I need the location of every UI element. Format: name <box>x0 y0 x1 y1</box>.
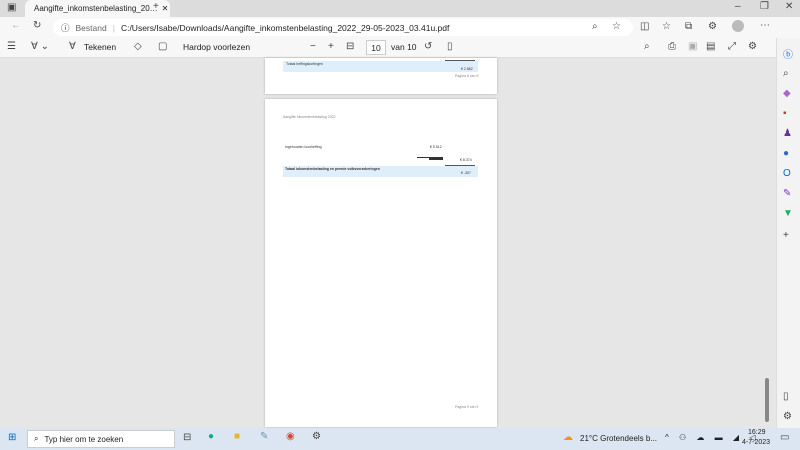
search-placeholder: Typ hier om te zoeken <box>44 434 124 444</box>
page-view-icon[interactable]: ▯ <box>447 41 453 52</box>
edge-icon[interactable]: ● <box>208 431 214 442</box>
save-icon[interactable]: ▣ <box>688 41 697 52</box>
avatar[interactable] <box>732 20 744 32</box>
fit-page-icon[interactable]: ⊟ <box>346 41 354 52</box>
clock-date[interactable]: 4-7-2023 <box>742 439 770 446</box>
tab-title: Aangifte_inkomstenbelasting_20… <box>34 4 158 13</box>
search-sidebar-icon[interactable]: ⌕ <box>783 68 789 79</box>
row-label: Ingehouden loonheffing <box>285 145 322 149</box>
draw-icon[interactable]: ∀ <box>69 41 76 52</box>
close-tab-icon[interactable]: ✕ <box>162 4 169 13</box>
collections-icon[interactable]: ⧉ <box>685 21 692 32</box>
pdf-toolbar: ☰ ∀ ⌄ ∀ Tekenen ◇ ▢ Hardop voorlezen − +… <box>0 38 800 58</box>
tab-actions-icon[interactable]: ▣ <box>7 2 16 13</box>
paint-icon[interactable]: ✎ <box>260 431 268 442</box>
scrollbar[interactable] <box>765 378 769 422</box>
windows-start-icon[interactable]: ⊞ <box>8 432 16 443</box>
weather-text[interactable]: 21°C Grotendeels b... <box>580 434 657 443</box>
total-value: € -307 <box>461 171 471 175</box>
new-tab-icon[interactable]: + <box>153 1 159 12</box>
extensions-icon[interactable]: ⚙ <box>708 21 717 32</box>
contents-icon[interactable]: ☰ <box>7 41 16 52</box>
maximize-icon[interactable]: ❐ <box>760 1 769 12</box>
minimize-icon[interactable]: – <box>735 1 741 12</box>
task-view-icon[interactable]: ⊟ <box>183 432 191 443</box>
edge-sidebar: ⓑ ⌕ ◆ ▪ ♟ ● O ✎ ▼ + ▯ ⚙ <box>776 38 800 428</box>
zoom-in-icon[interactable]: + <box>328 41 334 52</box>
address-bar-row: ← ↻ ⓘ Bestand | C:/Users/Isabe/Downloads… <box>0 17 800 38</box>
row-value: € 5.512 <box>430 145 442 149</box>
refresh-icon[interactable]: ↻ <box>33 20 41 31</box>
subtotal-value: € 8.374 <box>460 158 472 162</box>
more-icon[interactable]: ⋯ <box>760 20 770 31</box>
settings-icon[interactable]: ⚙ <box>312 431 321 442</box>
row-label: Totaal heffingskortingen <box>286 62 323 66</box>
bing-icon[interactable]: ⓑ <box>783 46 793 61</box>
page-footer: Pagina 8 van 9 <box>455 74 479 78</box>
chrome-icon[interactable]: ◉ <box>286 431 295 442</box>
total-label: Totaal inkomstenbelasting en premie volk… <box>285 167 380 171</box>
split-screen-icon[interactable]: ◫ <box>640 21 649 32</box>
back-icon[interactable]: ← <box>11 20 21 31</box>
pdf-page-9: Aangifte inkomstenbelasting 2022 Ingehou… <box>265 99 497 427</box>
save-as-icon[interactable]: ▤ <box>706 41 715 52</box>
pdf-page-8: Totaal heffingskortingen € 2.862 Pagina … <box>265 58 497 94</box>
search-icon: ⌕ <box>34 434 39 443</box>
rotate-icon[interactable]: ↺ <box>424 41 432 52</box>
sidebar-layout-icon[interactable]: ▯ <box>783 391 789 402</box>
favorite-icon[interactable]: ☆ <box>612 21 621 32</box>
clock-time[interactable]: 16:29 <box>748 429 766 436</box>
zoom-out-icon[interactable]: − <box>310 41 316 52</box>
tab-bar: ▣ Aangifte_inkomstenbelasting_20… ✕ + – … <box>0 0 800 17</box>
taskbar-search[interactable]: ⌕ Typ hier om te zoeken <box>27 430 175 448</box>
favorites-icon[interactable]: ☆ <box>662 21 671 32</box>
notifications-icon[interactable]: ▭ <box>780 432 789 443</box>
erase-icon[interactable]: ◇ <box>134 41 142 52</box>
info-icon: ⓘ <box>61 22 70 33</box>
page-number-input[interactable]: 10 <box>366 40 386 55</box>
read-aloud-button[interactable]: Hardop voorlezen <box>183 42 250 52</box>
tools-icon[interactable]: ▪ <box>783 108 787 119</box>
draw-button[interactable]: Tekenen <box>84 42 116 52</box>
page-header: Aangifte inkomstenbelasting 2022 <box>283 115 336 119</box>
url-text: C:/Users/Isabe/Downloads/Aangifte_inkoms… <box>120 22 450 33</box>
weather-icon[interactable]: ☁ <box>563 432 573 443</box>
close-window-icon[interactable]: ✕ <box>785 1 793 12</box>
address-input[interactable]: ⓘ Bestand | C:/Users/Isabe/Downloads/Aan… <box>53 19 633 36</box>
row-value: € 2.862 <box>461 67 473 71</box>
text-icon[interactable]: ▢ <box>158 41 167 52</box>
games-icon[interactable]: ♟ <box>783 128 792 139</box>
shopping-icon[interactable]: ◆ <box>783 88 791 99</box>
page-footer: Pagina 9 van 9 <box>455 405 479 409</box>
drop-icon[interactable]: ▼ <box>783 208 793 219</box>
tab-active[interactable]: Aangifte_inkomstenbelasting_20… ✕ <box>25 0 170 17</box>
print-icon[interactable]: ⎙ <box>668 41 676 52</box>
zoom-icon[interactable]: ⌕ <box>592 21 598 32</box>
add-icon[interactable]: + <box>783 230 789 241</box>
site-label: Bestand <box>75 22 107 33</box>
search-icon[interactable]: ⌕ <box>644 41 650 52</box>
outlook-icon[interactable]: O <box>783 168 791 179</box>
page-count: van 10 <box>391 42 417 52</box>
highlight-icon[interactable]: ∀ ⌄ <box>31 41 49 52</box>
sidebar-settings-icon[interactable]: ⚙ <box>783 411 792 422</box>
office-icon[interactable]: ● <box>783 148 789 159</box>
designer-icon[interactable]: ✎ <box>783 188 791 199</box>
fullscreen-icon[interactable]: ⤢ <box>728 41 736 52</box>
taskbar: ⊞ ⌕ Typ hier om te zoeken ⊟ ● ■ ✎ ◉ ⚙ ☁ … <box>0 428 800 450</box>
file-explorer-icon[interactable]: ■ <box>234 431 240 442</box>
settings-icon[interactable]: ⚙ <box>748 41 757 52</box>
